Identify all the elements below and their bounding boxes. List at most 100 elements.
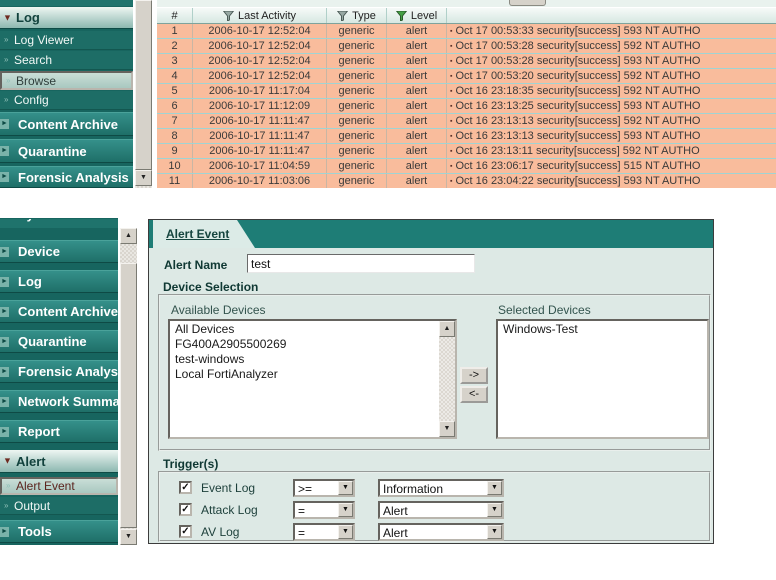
dropdown-arrow-icon[interactable]: ▼ bbox=[487, 525, 502, 539]
trigger-checkbox[interactable]: ✓ bbox=[179, 481, 192, 494]
sidebar-item-network-summary[interactable]: ► Network Summary bbox=[0, 390, 118, 413]
cell-number: 9 bbox=[157, 144, 193, 158]
scrollbar-thumb[interactable] bbox=[120, 263, 137, 528]
sidebar-item-forensic-analysis[interactable]: ► Forensic Analysis bbox=[0, 166, 133, 188]
list-item[interactable]: Windows-Test bbox=[499, 322, 707, 337]
cell-number: 4 bbox=[157, 69, 193, 83]
trigger-severity-select[interactable]: Alert ▼ bbox=[378, 523, 504, 541]
cell-number: 10 bbox=[157, 159, 193, 173]
sidebar-item-search[interactable]: » Search bbox=[0, 51, 133, 70]
sidebar-item-forensic-analysis[interactable]: ► Forensic Analysis bbox=[0, 360, 118, 383]
scroll-down-icon[interactable]: ▼ bbox=[135, 170, 152, 186]
log-table-row[interactable]: 2 2006-10-17 12:52:04 generic alert ▪ Oc… bbox=[157, 39, 776, 54]
filter-active-icon[interactable] bbox=[395, 10, 407, 21]
dropdown-arrow-icon[interactable]: ▼ bbox=[338, 525, 353, 539]
log-table-row[interactable]: 7 2006-10-17 11:11:47 generic alert ▪ Oc… bbox=[157, 114, 776, 129]
sidebar-item-content-archive[interactable]: ► Content Archive bbox=[0, 112, 133, 136]
dropdown-arrow-icon[interactable]: ▼ bbox=[338, 481, 353, 495]
sidebar-item-report[interactable]: ► Report bbox=[0, 420, 118, 443]
tab-label: Alert Event bbox=[166, 227, 230, 241]
sidebar-item-content-archive[interactable]: ► Content Archive bbox=[0, 300, 118, 323]
log-table-row[interactable]: 11 2006-10-17 11:03:06 generic alert ▪ O… bbox=[157, 174, 776, 188]
sidebar-item-quarantine[interactable]: ► Quarantine bbox=[0, 139, 133, 163]
log-table-row[interactable]: 3 2006-10-17 12:52:04 generic alert ▪ Oc… bbox=[157, 54, 776, 69]
sidebar-item-output[interactable]: » Output bbox=[0, 497, 118, 515]
cell-last-activity: 2006-10-17 12:52:04 bbox=[193, 54, 327, 68]
sidebar-item-alert[interactable]: ▼ Alert bbox=[0, 450, 118, 473]
alert-name-input[interactable] bbox=[247, 254, 475, 273]
cell-message: ▪ Oct 16 23:13:11 security[success] 592 … bbox=[447, 144, 776, 158]
selected-devices-listbox[interactable]: Windows-Test bbox=[496, 319, 709, 439]
cell-last-activity: 2006-10-17 12:52:04 bbox=[193, 69, 327, 83]
column-header-message[interactable] bbox=[447, 8, 776, 23]
column-header-last-activity[interactable]: Last Activity bbox=[193, 8, 327, 23]
list-item[interactable]: FG400A2905500269 bbox=[171, 337, 455, 352]
cell-level: alert bbox=[387, 54, 447, 68]
listbox-scrollbar[interactable]: ▲ ▼ bbox=[439, 321, 455, 437]
dropdown-arrow-icon[interactable]: ▼ bbox=[338, 503, 353, 517]
tab-alert-event[interactable]: Alert Event bbox=[153, 220, 255, 248]
list-item[interactable]: Local FortiAnalyzer bbox=[171, 367, 455, 382]
cell-message: ▪ Oct 16 23:13:25 security[success] 593 … bbox=[447, 99, 776, 113]
column-header-level[interactable]: Level bbox=[387, 8, 447, 23]
log-table-row[interactable]: 8 2006-10-17 11:11:47 generic alert ▪ Oc… bbox=[157, 129, 776, 144]
cell-number: 8 bbox=[157, 129, 193, 143]
filter-icon[interactable] bbox=[337, 10, 349, 21]
sidebar-item-quarantine[interactable]: ► Quarantine bbox=[0, 330, 118, 353]
scroll-up-icon[interactable]: ▲ bbox=[120, 228, 137, 244]
dropdown-arrow-icon[interactable]: ▼ bbox=[487, 481, 502, 495]
bottom-sidebar-scrollbar[interactable]: ▲ ▼ bbox=[120, 228, 137, 545]
sidebar-item-log[interactable]: ► Log bbox=[0, 270, 118, 293]
log-table-row[interactable]: 4 2006-10-17 12:52:04 generic alert ▪ Oc… bbox=[157, 69, 776, 84]
sidebar-item-tools[interactable]: ► Tools bbox=[0, 520, 118, 543]
list-item[interactable]: All Devices bbox=[171, 322, 455, 337]
cell-type: generic bbox=[327, 159, 387, 173]
submenu-bullet-icon: » bbox=[6, 481, 11, 490]
log-table-row[interactable]: 6 2006-10-17 11:12:09 generic alert ▪ Oc… bbox=[157, 99, 776, 114]
trigger-operator-select[interactable]: = ▼ bbox=[293, 501, 355, 519]
cell-last-activity: 2006-10-17 11:11:47 bbox=[193, 129, 327, 143]
scroll-down-icon[interactable]: ▼ bbox=[439, 421, 455, 437]
trigger-checkbox[interactable]: ✓ bbox=[179, 525, 192, 538]
available-devices-listbox[interactable]: All Devices FG400A2905500269 test-window… bbox=[168, 319, 457, 439]
dropdown-arrow-icon[interactable]: ▼ bbox=[487, 503, 502, 517]
bottom-sidebar: System ► Device ► Log ► Content Archive … bbox=[0, 218, 118, 545]
sidebar-item-alert-event[interactable]: » Alert Event bbox=[0, 477, 118, 495]
trigger-operator-select[interactable]: = ▼ bbox=[293, 523, 355, 541]
scroll-up-icon[interactable]: ▲ bbox=[439, 321, 455, 337]
cell-type: generic bbox=[327, 129, 387, 143]
trigger-severity-select[interactable]: Information ▼ bbox=[378, 479, 504, 497]
sidebar-item-log-viewer[interactable]: » Log Viewer bbox=[0, 31, 133, 50]
sidebar-item-browse[interactable]: » Browse bbox=[0, 71, 133, 90]
sidebar-item-system-partial[interactable]: System bbox=[0, 219, 118, 228]
scroll-down-icon[interactable]: ▼ bbox=[120, 529, 137, 545]
trigger-checkbox[interactable]: ✓ bbox=[179, 503, 192, 516]
log-table-row[interactable]: 1 2006-10-17 12:52:04 generic alert ▪ Oc… bbox=[157, 24, 776, 39]
column-header-type[interactable]: Type bbox=[327, 8, 387, 23]
sidebar-item-device[interactable]: ► Device bbox=[0, 240, 118, 263]
cell-message: ▪ Oct 16 23:18:35 security[success] 592 … bbox=[447, 84, 776, 98]
column-header-number[interactable]: # bbox=[157, 8, 193, 23]
cell-message: ▪ Oct 17 00:53:33 security[success] 593 … bbox=[447, 24, 776, 38]
trigger-severity-select[interactable]: Alert ▼ bbox=[378, 501, 504, 519]
sidebar-item-label: Content Archive bbox=[18, 116, 118, 132]
triggers-label: Trigger(s) bbox=[163, 457, 219, 471]
filter-icon[interactable] bbox=[222, 10, 234, 21]
trigger-operator-select[interactable]: >= ▼ bbox=[293, 479, 355, 497]
log-table-row[interactable]: 9 2006-10-17 11:11:47 generic alert ▪ Oc… bbox=[157, 144, 776, 159]
sidebar-item-config[interactable]: » Config bbox=[0, 91, 133, 110]
sidebar-item-log[interactable]: ▼ Log bbox=[0, 7, 133, 29]
message-text: Oct 16 23:13:25 security[success] 593 NT… bbox=[455, 100, 701, 112]
move-right-button[interactable]: -> bbox=[460, 367, 488, 384]
list-item[interactable]: test-windows bbox=[171, 352, 455, 367]
scrollbar-thumb[interactable] bbox=[135, 0, 152, 170]
top-sidebar-scrollbar[interactable]: ▼ bbox=[135, 0, 152, 188]
trigger-label: Event Log bbox=[201, 481, 256, 495]
message-text: Oct 17 00:53:20 security[success] 592 NT… bbox=[455, 70, 701, 82]
move-left-button[interactable]: <- bbox=[460, 386, 488, 403]
chevron-right-icon: ► bbox=[0, 306, 9, 317]
trigger-row: ✓ AV Log = ▼ Alert ▼ bbox=[149, 523, 713, 541]
log-table-row[interactable]: 5 2006-10-17 11:17:04 generic alert ▪ Oc… bbox=[157, 84, 776, 99]
submenu-bullet-icon: » bbox=[4, 35, 9, 44]
log-table-row[interactable]: 10 2006-10-17 11:04:59 generic alert ▪ O… bbox=[157, 159, 776, 174]
